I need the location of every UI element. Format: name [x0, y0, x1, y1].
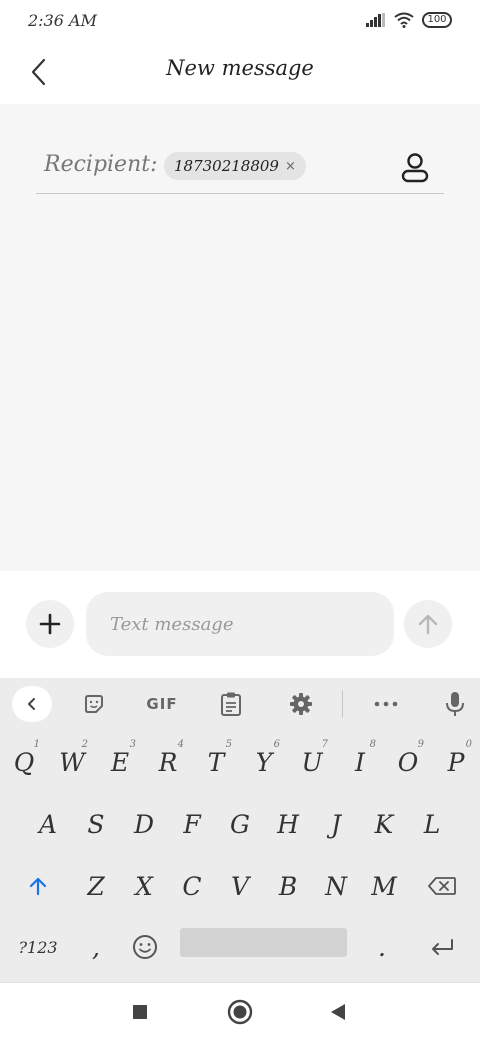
home-button[interactable]	[223, 995, 257, 1029]
enter-key[interactable]	[414, 918, 470, 976]
shift-arrow-icon	[29, 877, 47, 896]
key-l[interactable]: L	[408, 795, 456, 853]
key-a[interactable]: A	[24, 795, 72, 853]
page-title: New message	[166, 56, 314, 80]
key-f[interactable]: F	[168, 795, 216, 853]
message-input[interactable]	[86, 592, 394, 656]
recipient-label: Recipient:	[44, 152, 158, 177]
key-x[interactable]: X	[120, 857, 168, 915]
keyboard-toolbar: GIF	[0, 678, 480, 730]
recents-button[interactable]	[123, 995, 157, 1029]
remove-recipient-icon[interactable]: ×	[285, 159, 296, 174]
recipient-chip-number: 18730218809	[174, 157, 279, 175]
key-hint: 9	[417, 739, 424, 750]
status-icons: 100	[366, 12, 452, 28]
square-icon	[133, 1005, 147, 1019]
key-j[interactable]: J	[312, 795, 360, 853]
key-m[interactable]: M	[360, 857, 408, 915]
gif-button[interactable]: GIF	[140, 686, 184, 722]
status-time: 2:36 AM	[28, 11, 97, 30]
keyboard: GIF Q 1 W 2 E 3 R 4 T 5 Y 6 U 7 I 8 O 9 …	[0, 678, 480, 982]
symbols-key[interactable]: ?123	[8, 918, 68, 976]
key-w[interactable]: W2	[48, 733, 96, 791]
key-p[interactable]: P0	[432, 733, 480, 791]
key-hint: 7	[321, 739, 328, 750]
clipboard-button[interactable]	[213, 686, 249, 722]
key-k[interactable]: K	[360, 795, 408, 853]
keyboard-row-2: A S D F G H J K L	[0, 795, 480, 853]
recipient-row: Recipient: 18730218809 ×	[36, 146, 444, 194]
gear-icon	[290, 693, 312, 715]
key-hint: 1	[33, 739, 40, 750]
system-back-button[interactable]	[321, 995, 355, 1029]
toolbar-collapse-button[interactable]	[12, 686, 52, 722]
key-c[interactable]: C	[168, 857, 216, 915]
space-key[interactable]	[180, 928, 347, 957]
key-o[interactable]: O9	[384, 733, 432, 791]
key-i[interactable]: I8	[336, 733, 384, 791]
key-z[interactable]: Z	[72, 857, 120, 915]
key-u[interactable]: U7	[288, 733, 336, 791]
wifi-icon	[394, 12, 414, 28]
backspace-icon	[428, 877, 456, 895]
key-n[interactable]: N	[312, 857, 360, 915]
voice-input-button[interactable]	[437, 686, 473, 722]
key-s[interactable]: S	[72, 795, 120, 853]
emoji-key[interactable]	[122, 918, 168, 976]
key-q[interactable]: Q1	[0, 733, 48, 791]
key-b[interactable]: B	[264, 857, 312, 915]
key-hint: 4	[177, 739, 184, 750]
navigation-bar	[0, 982, 480, 1040]
key-hint: 8	[369, 739, 376, 750]
toolbar-divider	[342, 690, 343, 718]
key-hint: 6	[273, 739, 280, 750]
arrow-up-icon	[418, 614, 438, 635]
recipient-chip[interactable]: 18730218809 ×	[164, 152, 306, 180]
comma-key[interactable]: ,	[72, 918, 120, 976]
key-hint: 5	[225, 739, 232, 750]
signal-icon	[366, 13, 385, 27]
key-y[interactable]: Y6	[240, 733, 288, 791]
key-e[interactable]: E3	[96, 733, 144, 791]
add-attachment-button[interactable]	[26, 600, 74, 648]
key-h[interactable]: H	[264, 795, 312, 853]
key-hint: 2	[81, 739, 88, 750]
message-text-field[interactable]	[86, 592, 394, 656]
battery-indicator: 100	[422, 12, 452, 28]
sticker-icon	[85, 695, 103, 713]
circle-home-icon	[227, 999, 253, 1025]
sticker-button[interactable]	[76, 686, 112, 722]
composer-bar	[0, 571, 480, 678]
key-hint: 0	[465, 739, 472, 750]
key-g[interactable]: G	[216, 795, 264, 853]
triangle-back-icon	[331, 1004, 345, 1020]
microphone-icon	[446, 692, 464, 716]
contacts-button[interactable]	[400, 152, 430, 184]
key-d[interactable]: D	[120, 795, 168, 853]
key-hint: 3	[129, 739, 136, 750]
status-bar: 2:36 AM 100	[0, 0, 480, 42]
more-options-button[interactable]	[368, 686, 404, 722]
message-content-area: Recipient: 18730218809 ×	[0, 104, 480, 571]
keyboard-row-3: Z X C V B N M	[0, 857, 480, 915]
gif-label: GIF	[146, 695, 178, 713]
more-horizontal-icon	[374, 701, 398, 707]
clipboard-icon	[221, 692, 241, 716]
keyboard-settings-button[interactable]	[283, 686, 319, 722]
key-t[interactable]: T5	[192, 733, 240, 791]
period-key[interactable]: .	[358, 918, 406, 976]
keyboard-row-4: ?123 , .	[0, 918, 480, 976]
keyboard-row-1: Q1 W2 E3 R4 T5 Y6 U7 I8 O9 P0	[0, 733, 480, 791]
plus-icon	[39, 613, 61, 635]
key-v[interactable]: V	[216, 857, 264, 915]
header: New message	[0, 42, 480, 104]
enter-icon	[432, 939, 453, 955]
shift-key[interactable]	[10, 857, 66, 915]
chevron-left-icon	[28, 698, 35, 710]
backspace-key[interactable]	[414, 857, 470, 915]
send-button[interactable]	[404, 600, 452, 648]
key-r[interactable]: R4	[144, 733, 192, 791]
person-icon	[401, 153, 429, 183]
smiley-icon	[133, 935, 157, 959]
